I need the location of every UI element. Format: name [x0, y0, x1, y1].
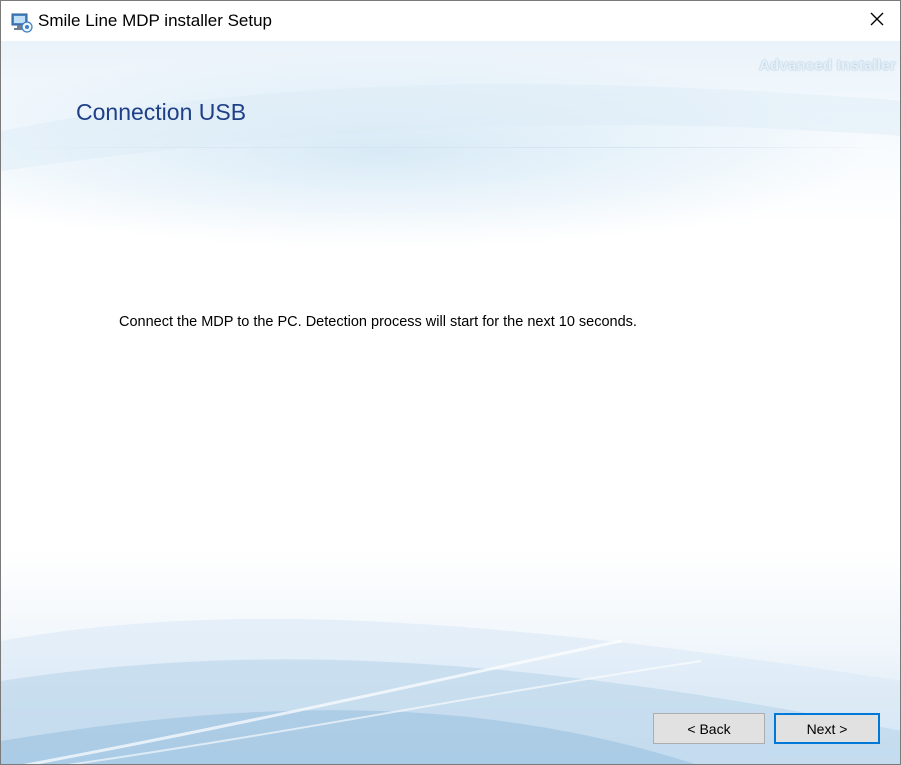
- header-separator: [1, 147, 900, 148]
- close-button[interactable]: [854, 1, 900, 41]
- back-button[interactable]: < Back: [653, 713, 765, 744]
- installer-window: Smile Line MDP installer Setup Advanced …: [0, 0, 901, 765]
- next-button[interactable]: Next >: [774, 713, 880, 744]
- page-heading: Connection USB: [76, 99, 247, 125]
- advanced-installer-brand: Advanced Installer: [759, 57, 896, 74]
- window-title: Smile Line MDP installer Setup: [38, 11, 273, 30]
- instruction-text: Connect the MDP to the PC. Detection pro…: [119, 314, 637, 330]
- title-bar[interactable]: Smile Line MDP installer Setup: [1, 1, 900, 41]
- installer-computer-icon: [11, 13, 33, 33]
- background-swoosh: [1, 84, 900, 764]
- close-icon: [869, 11, 885, 32]
- dialog-content: Advanced Installer Connection USB Connec…: [1, 41, 900, 764]
